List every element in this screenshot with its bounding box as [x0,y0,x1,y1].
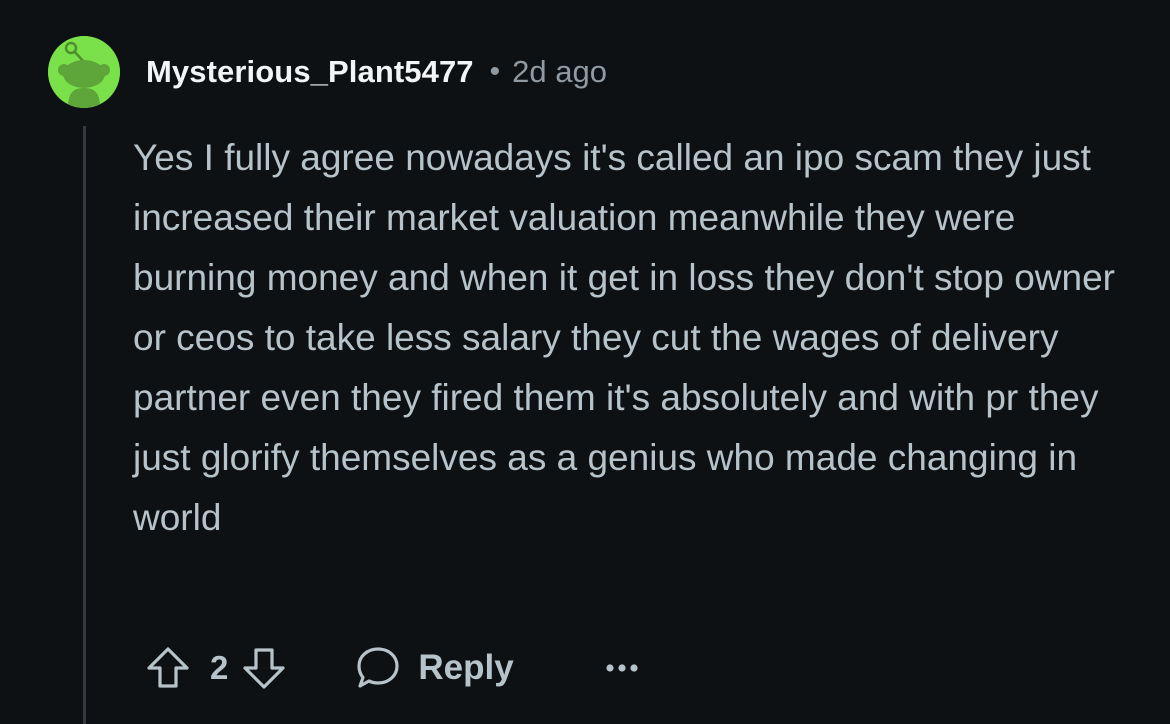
reply-button[interactable]: Reply [354,644,514,692]
comment-timestamp: 2d ago [512,54,607,89]
more-options-button[interactable] [600,646,644,690]
user-avatar[interactable] [48,36,120,108]
author-username[interactable]: Mysterious_Plant5477 [146,54,474,90]
arrow-up-icon [147,647,189,688]
reply-label: Reply [418,648,514,687]
snoo-avatar-icon [48,36,120,108]
downvote-button[interactable] [238,642,290,694]
thread-line[interactable] [83,126,86,724]
meta-separator: • [489,55,501,88]
comment-body: Yes I fully agree nowadays it's called a… [133,137,1115,538]
vote-count: 2 [210,649,229,686]
upvote-button[interactable] [142,642,194,694]
speech-bubble-icon [357,647,399,688]
ellipsis-icon [606,664,638,672]
comment-header: Mysterious_Plant5477 • 2d ago [146,50,607,94]
comment-action-bar: 2 Reply [142,638,644,698]
arrow-down-icon [243,648,285,689]
